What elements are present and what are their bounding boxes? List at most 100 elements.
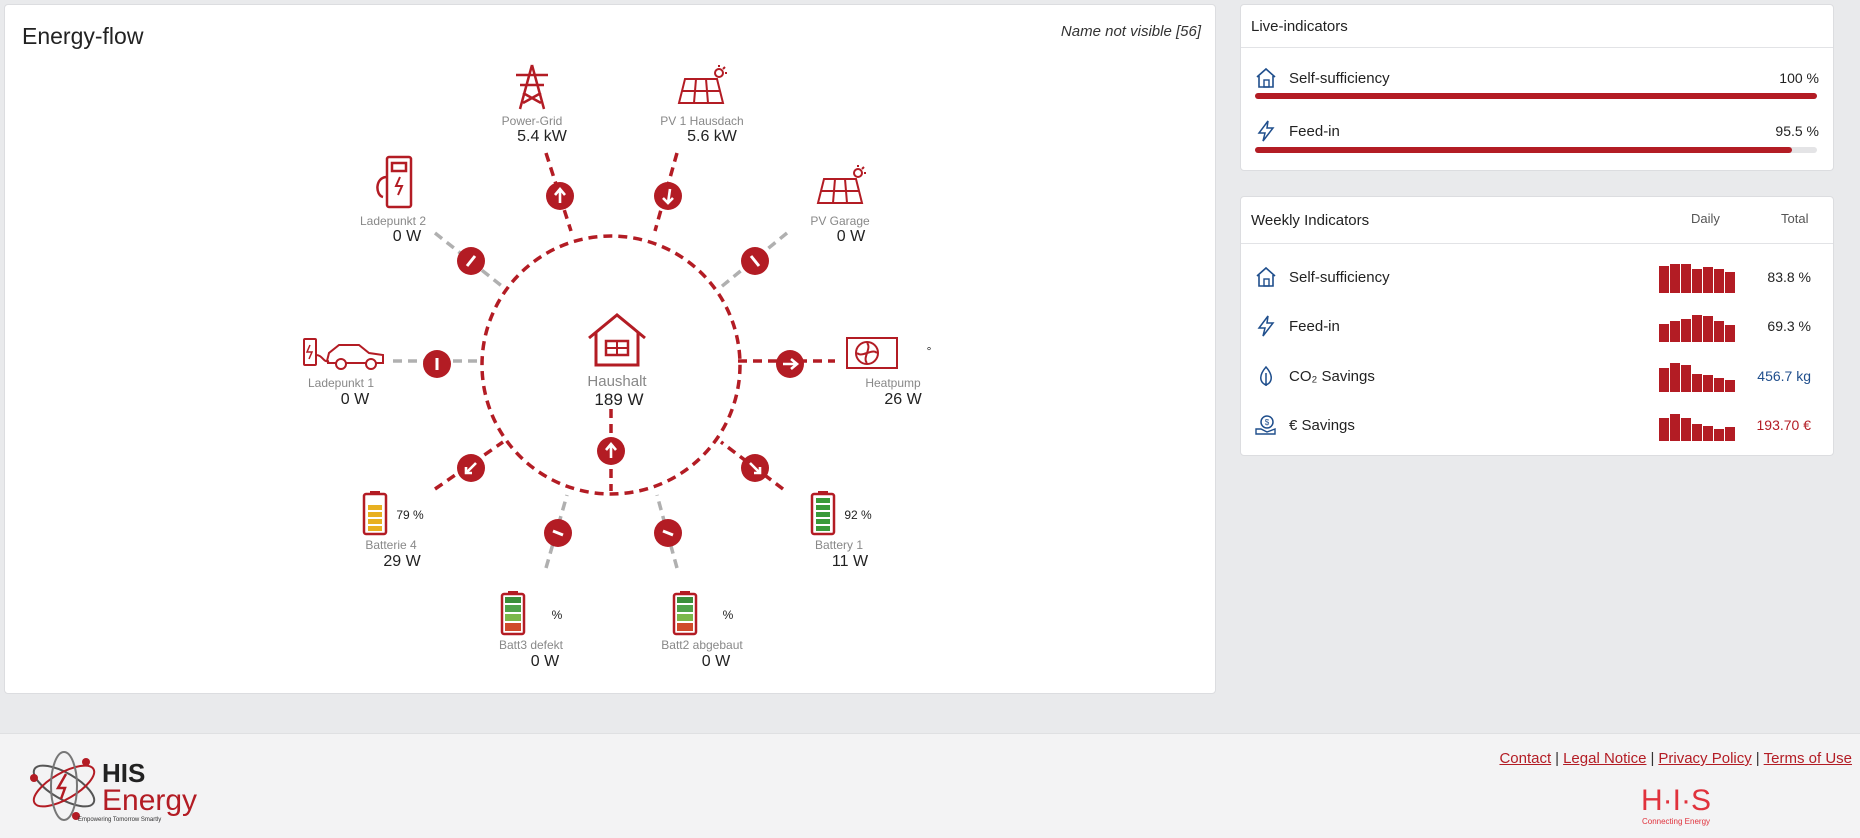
daily-bar (1670, 264, 1680, 293)
batt2-name: Batt2 abgebaut (661, 638, 743, 652)
flow-indicator-pv-garage[interactable] (741, 247, 769, 275)
flow-arrow-heatpump[interactable] (776, 350, 804, 378)
ev-charging-car-icon (303, 338, 384, 370)
leaf-icon (1260, 365, 1272, 386)
logo-text-2: Energy (102, 784, 197, 817)
daily-bar (1681, 418, 1691, 441)
battery1-level (816, 498, 830, 531)
weekly-label-feed-in: Feed-in (1289, 317, 1340, 335)
daily-bar (1681, 365, 1691, 392)
weekly-value-euro-savings: 193.70 € (1756, 417, 1812, 433)
flow-arrow-batterie4[interactable] (457, 454, 485, 482)
daily-bar (1681, 319, 1691, 342)
flow-indicator-ladepunkt1[interactable] (423, 350, 451, 378)
flow-indicator-ladepunkt2[interactable] (457, 247, 485, 275)
live-label-feed-in: Feed-in (1289, 122, 1340, 140)
energy-flow-diagram: Haushalt 189 W Power-Grid 5.4 kW PV 1 Ha… (303, 64, 932, 670)
brand-tagline: Connecting Energy (1642, 817, 1710, 826)
daily-bar (1692, 374, 1702, 392)
footer-link-privacy-policy[interactable]: Privacy Policy (1658, 750, 1751, 767)
self-sufficiency-progress-fill (1255, 93, 1817, 99)
footer: HIS Energy Empowering Tomorrow Smartly C… (0, 733, 1860, 838)
household-name: Haushalt (587, 373, 647, 390)
solar-panel-icon (677, 65, 727, 104)
heatpump-name: Heatpump (865, 376, 921, 390)
flow-arrow-battery1[interactable] (741, 454, 769, 482)
daily-bar (1670, 363, 1680, 392)
footer-link-contact[interactable]: Contact (1499, 750, 1551, 767)
flow-indicator-batt3[interactable] (544, 519, 572, 547)
solar-panel-icon (816, 165, 866, 204)
weekly-header: Weekly Indicators Daily Total (1241, 197, 1833, 244)
live-row-self-sufficiency: Self-sufficiency 100 % (1255, 63, 1819, 93)
daily-bar (1670, 414, 1680, 441)
weekly-col-total: Total (1781, 211, 1809, 226)
self-sufficiency-progress (1255, 93, 1817, 99)
house-icon (588, 313, 646, 367)
power-pylon-icon (516, 64, 548, 110)
battery-cell (816, 512, 830, 517)
heatpump-value: 26 W (884, 391, 922, 408)
flow-arrow-pv1[interactable] (654, 182, 682, 210)
batt2-percent: % (723, 608, 734, 622)
battery1-value: 11 W (832, 553, 869, 570)
his-brand-logo: H·I·S Connecting Energy (1641, 784, 1711, 826)
live-value-feed-in: 95.5 % (1775, 123, 1819, 139)
power-grid-name: Power-Grid (502, 114, 563, 128)
feed-in-progress (1255, 147, 1817, 153)
footer-separator: | (1555, 750, 1560, 767)
flow-arrow-household[interactable] (597, 437, 625, 465)
daily-bar (1714, 378, 1724, 392)
weekly-col-daily: Daily (1691, 211, 1720, 226)
daily-bars-self-sufficiency (1659, 264, 1735, 293)
daily-bar (1659, 266, 1669, 293)
daily-bar (1659, 368, 1669, 392)
heatpump-marker: ° (927, 344, 932, 358)
footer-link-legal-notice[interactable]: Legal Notice (1563, 750, 1646, 767)
daily-bar (1681, 264, 1691, 293)
battery-cell (816, 526, 830, 531)
daily-bar (1725, 272, 1735, 293)
batt3-name: Batt3 defekt (499, 638, 564, 652)
daily-bar (1659, 324, 1669, 342)
lightning-icon (1257, 120, 1275, 142)
battery-cell (368, 505, 382, 510)
batterie4-value: 29 W (383, 553, 421, 570)
weekly-indicators-title: Weekly Indicators (1251, 211, 1370, 229)
battery-cell (368, 512, 382, 517)
weekly-label-euro-savings: € Savings (1289, 416, 1355, 434)
weekly-row-euro-savings: $ € Savings 193.70 € (1255, 410, 1819, 441)
daily-bar (1692, 315, 1702, 342)
brand-text: H·I·S (1641, 784, 1711, 817)
ev-charger-icon (376, 155, 413, 209)
battery-cell (816, 498, 830, 503)
daily-bar (1725, 380, 1735, 392)
pv-garage-name: PV Garage (810, 214, 870, 228)
battery-cell (368, 526, 382, 531)
battery-icon (362, 491, 388, 536)
heatpump-icon (846, 337, 898, 369)
flow-arrow-power-grid[interactable] (546, 182, 574, 210)
ladepunkt1-value: 0 W (341, 391, 370, 408)
daily-bar (1692, 269, 1702, 293)
ladepunkt2-name: Ladepunkt 2 (360, 214, 426, 228)
daily-bar (1725, 325, 1735, 342)
daily-bar (1725, 427, 1735, 441)
daily-bar (1703, 267, 1713, 293)
flow-indicator-batt2[interactable] (654, 519, 682, 547)
weekly-value-self-sufficiency: 83.8 % (1767, 269, 1811, 285)
footer-link-terms-of-use[interactable]: Terms of Use (1764, 750, 1852, 767)
battery-icon (672, 591, 698, 636)
weekly-value-feed-in: 69.3 % (1767, 318, 1811, 334)
lightning-icon (1257, 315, 1275, 337)
daily-bar (1703, 375, 1713, 392)
battery-icon (500, 591, 526, 636)
battery1-percent: 92 % (844, 508, 872, 522)
daily-bars-feed-in (1659, 315, 1735, 342)
daily-bar (1692, 424, 1702, 441)
weekly-indicators-card: Weekly Indicators Daily Total Self-suffi… (1240, 196, 1834, 456)
batterie4-level (368, 498, 382, 531)
battery-icon (810, 491, 836, 536)
power-grid-value: 5.4 kW (517, 128, 568, 145)
daily-bar (1714, 269, 1724, 293)
